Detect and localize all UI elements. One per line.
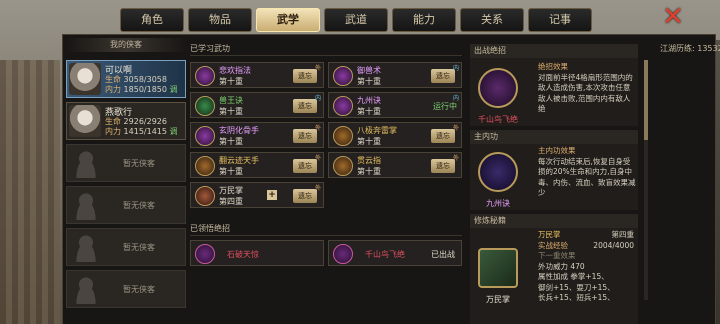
skill-icon <box>195 156 215 176</box>
inner-skill-icon[interactable] <box>478 152 518 192</box>
forget-button[interactable]: 遗忘 <box>293 69 317 83</box>
hero-mp: 内力 1850/1850 调 <box>105 85 178 94</box>
hero-card-selected[interactable]: 可以啊 生命 3058/3058 内力 1850/1850 调 <box>66 60 186 98</box>
skill-item[interactable]: 贯云指 第十重 遗忘 外 <box>328 152 462 178</box>
ultimate-icon <box>333 244 353 264</box>
skill-item[interactable]: 八极奔雷掌 第十重 遗忘 外 <box>328 122 462 148</box>
ultimate-icon <box>195 244 215 264</box>
battle-skill-header: 出战绝招 <box>470 44 638 58</box>
tab-character[interactable]: 角色 <box>120 8 184 32</box>
hero-card[interactable]: 燕歌行 生命 2926/2926 内力 1415/1415 调 <box>66 102 186 140</box>
train-block: 万民掌 万民掌 第四重 实战经验 2004/4000 下一重效果 外功威力 47… <box>470 228 638 324</box>
skill-item[interactable]: 万民掌 第四重 + 遗忘 外 <box>190 182 324 208</box>
tab-relations[interactable]: 关系 <box>460 8 524 32</box>
forget-button[interactable]: 遗忘 <box>293 99 317 113</box>
tab-martial-arts[interactable]: 武学 <box>256 8 320 32</box>
skill-icon <box>333 96 353 116</box>
forget-button[interactable]: 遗忘 <box>293 159 317 173</box>
detail-scrollbar[interactable] <box>644 60 648 300</box>
learned-header: 已学习武功 江湖历练: 13532 <box>190 42 720 56</box>
silhouette-icon <box>71 148 101 178</box>
roster-title: 我的侠客 <box>66 38 186 52</box>
tab-abilities[interactable]: 能力 <box>392 8 456 32</box>
skill-item[interactable]: 翻云迹天手 第十重 遗忘 外 <box>190 152 324 178</box>
skill-icon <box>333 66 353 86</box>
skill-item[interactable]: 玄阴化骨手 第十重 遗忘 外 <box>190 122 324 148</box>
deployed-status: 已出战 <box>431 250 455 259</box>
forget-button[interactable]: 遗忘 <box>431 129 455 143</box>
ultimate-item[interactable]: 石破天惊 <box>190 240 324 266</box>
skill-icon <box>195 96 215 116</box>
forget-button[interactable]: 遗忘 <box>431 159 455 173</box>
skill-item[interactable]: 御兽术 第十重 遗忘 内 <box>328 62 462 88</box>
skill-item[interactable]: 兽王诀 第十重 遗忘 内 <box>190 92 324 118</box>
avatar <box>69 105 101 137</box>
skills-panel: 已学习武功 江湖历练: 13532 悲欢指法 第十重 遗忘 外 御兽术 第十重 … <box>190 42 720 324</box>
skill-item[interactable]: 九州诀 第十重 运行中 内 <box>328 92 462 118</box>
skill-item[interactable]: 悲欢指法 第十重 遗忘 外 <box>190 62 324 88</box>
train-header: 修炼秘籍 <box>470 214 638 228</box>
empty-hero-slot[interactable]: 暂无侠客 <box>66 144 186 182</box>
skill-icon <box>195 186 215 206</box>
skill-icon <box>333 126 353 146</box>
skill-icon <box>333 156 353 176</box>
silhouette-icon <box>71 190 101 220</box>
ultimates-header: 已领悟绝招 <box>190 222 462 236</box>
hero-roster: 我的侠客 可以啊 生命 3058/3058 内力 1850/1850 调 燕歌行… <box>66 38 186 308</box>
empty-hero-slot[interactable]: 暂无侠客 <box>66 270 186 308</box>
forget-button[interactable]: 遗忘 <box>293 129 317 143</box>
skill-icon <box>195 126 215 146</box>
ultimate-item[interactable]: 千山鸟飞绝 已出战 <box>328 240 462 266</box>
forget-button[interactable]: 遗忘 <box>431 69 455 83</box>
upgrade-plus-button[interactable]: + <box>267 190 277 200</box>
empty-hero-slot[interactable]: 暂无侠客 <box>66 186 186 224</box>
scrollbar-thumb[interactable] <box>644 60 648 140</box>
tab-martial-way[interactable]: 武道 <box>324 8 388 32</box>
silhouette-icon <box>71 232 101 262</box>
hero-mp: 内力 1415/1415 调 <box>105 127 178 136</box>
battle-skill-block: 千山鸟飞绝 绝招效果 对面前半径4格扇形范围内的敌人造成伤害,本次攻击任意敌人被击… <box>470 58 638 126</box>
detail-panel: 出战绝招 千山鸟飞绝 绝招效果 对面前半径4格扇形范围内的敌人造成伤害,本次攻击任… <box>470 44 638 324</box>
tab-items[interactable]: 物品 <box>188 8 252 32</box>
silhouette-icon <box>71 274 101 304</box>
avatar <box>69 63 101 95</box>
skill-icon <box>195 66 215 86</box>
inner-skill-block: 九州诀 主内功效果 每次行动结束后,恢复自身受损的20%生命和内力,自身中毒、内伤… <box>470 144 638 210</box>
battle-skill-icon[interactable] <box>478 68 518 108</box>
running-status: 运行中 <box>433 102 457 111</box>
empty-hero-slot[interactable]: 暂无侠客 <box>66 228 186 266</box>
forget-button[interactable]: 遗忘 <box>293 189 317 203</box>
tab-bar: 角色 物品 武学 武道 能力 关系 记事 <box>120 6 592 34</box>
inner-skill-header: 主内功 <box>470 130 638 144</box>
close-icon[interactable]: ✕ <box>660 4 686 30</box>
book-icon[interactable] <box>478 248 518 288</box>
tab-journal[interactable]: 记事 <box>528 8 592 32</box>
